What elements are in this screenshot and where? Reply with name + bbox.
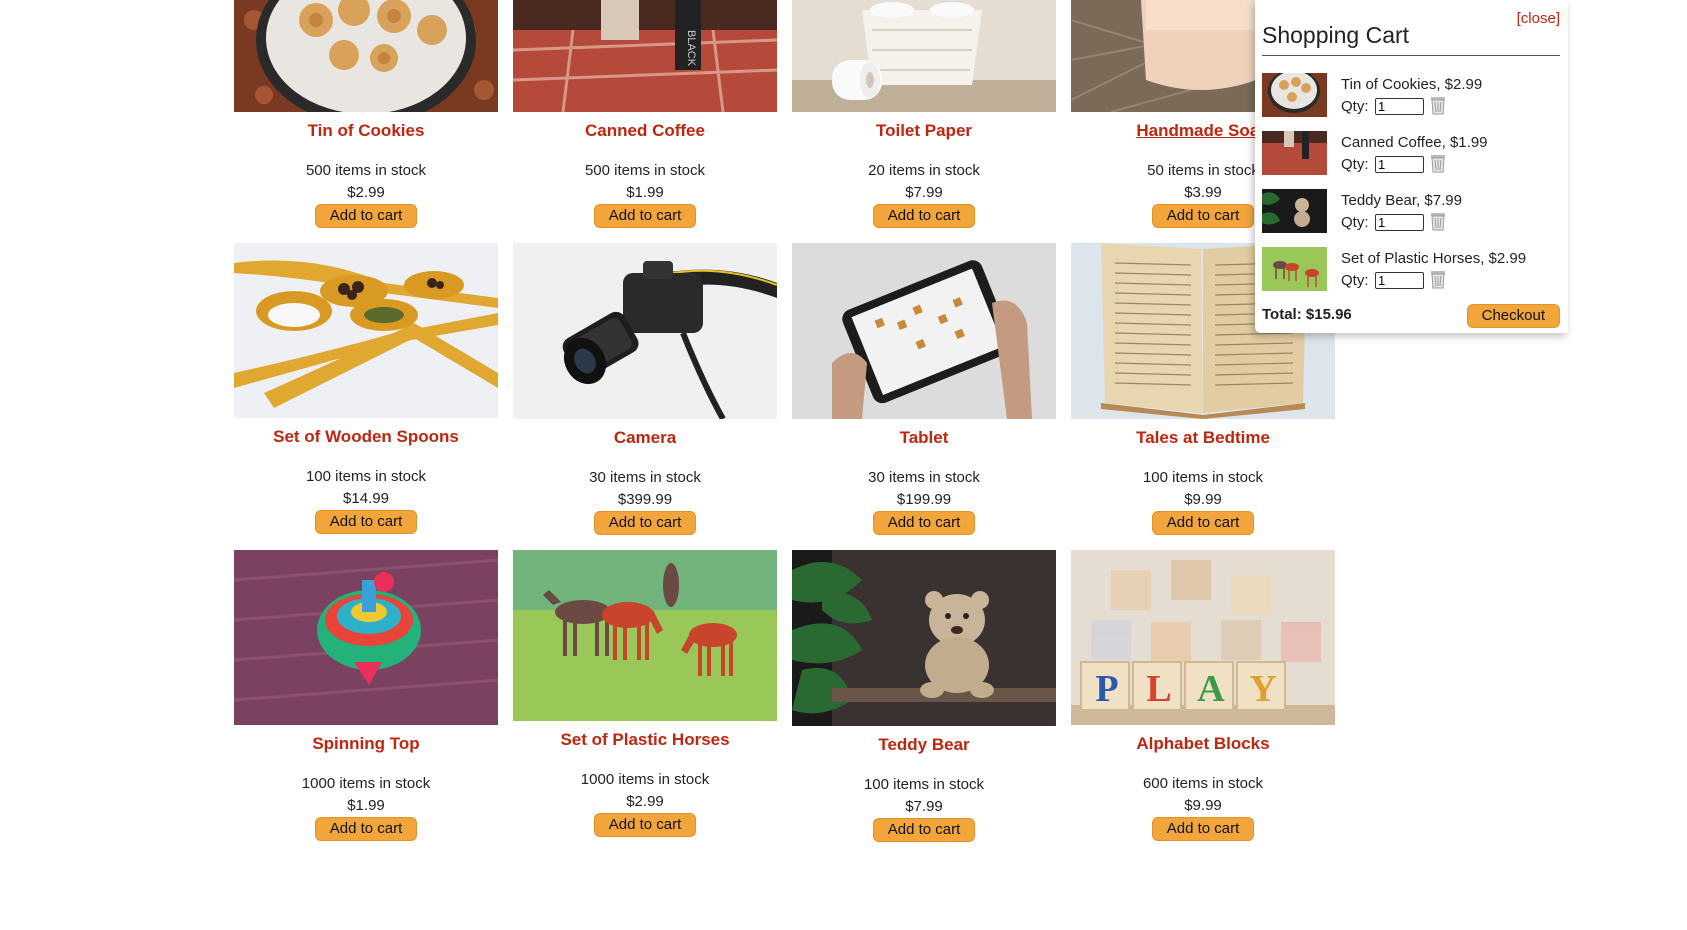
product-price: $9.99 [1184,797,1222,814]
qty-input[interactable] [1375,272,1424,289]
product-card: Set of Plastic Horses 1000 items in stoc… [513,550,777,842]
product-price: $7.99 [905,184,943,201]
product-stock: 30 items in stock [589,469,701,486]
product-stock: 1000 items in stock [580,771,710,788]
product-price: $2.99 [347,184,385,201]
add-to-cart-button[interactable]: Add to cart [314,204,418,228]
qty-input[interactable] [1375,98,1424,115]
product-title[interactable]: Tales at Bedtime [1071,428,1335,448]
qty-input[interactable] [1375,156,1424,173]
product-title[interactable]: Teddy Bear [792,735,1056,755]
checkout-button[interactable]: Checkout [1466,304,1560,328]
qty-label: Qty: [1341,156,1369,173]
product-price: $14.99 [343,490,389,507]
product-price: $199.99 [896,491,952,508]
product-title[interactable]: Spinning Top [234,734,498,754]
add-to-cart-button[interactable]: Add to cart [872,204,976,228]
product-grid: Tin of Cookies 500 items in stock $2.99 … [234,0,1335,842]
add-to-cart-button[interactable]: Add to cart [314,817,418,841]
add-to-cart-button[interactable]: Add to cart [1151,204,1255,228]
product-image-spinning-top[interactable] [234,550,498,725]
product-image-cookies[interactable] [234,0,498,112]
cart-item-thumbnail [1262,131,1327,175]
cart-item: Canned Coffee, $1.99 Qty: [1262,131,1562,181]
product-title[interactable]: Tin of Cookies [234,121,498,141]
product-card: Teddy Bear 100 items in stock $7.99 Add … [792,550,1056,842]
product-image-wooden-spoons[interactable] [234,243,498,418]
product-price: $1.99 [626,184,664,201]
block-letter-y: Y [1249,668,1277,710]
product-title[interactable]: Canned Coffee [513,121,777,141]
product-card: P L A Y Alphabet Blocks 600 items in sto… [1071,550,1335,842]
cart-item-thumbnail [1262,189,1327,233]
product-price: $399.99 [617,491,673,508]
add-to-cart-button[interactable]: Add to cart [593,204,697,228]
product-price: $7.99 [905,798,943,815]
qty-label: Qty: [1341,214,1369,231]
product-stock: 100 items in stock [305,468,427,485]
product-stock: 500 items in stock [305,162,427,179]
product-stock: 1000 items in stock [301,775,431,792]
product-image-alphabet-blocks[interactable]: P L A Y [1071,550,1335,725]
add-to-cart-button[interactable]: Add to cart [872,511,976,535]
cart-item: Teddy Bear, $7.99 Qty: [1262,189,1562,239]
product-price: $1.99 [347,797,385,814]
product-title[interactable]: Camera [513,428,777,448]
cart-item-name: Tin of Cookies, $2.99 [1341,76,1483,93]
product-image-camera[interactable] [513,243,777,419]
product-stock: 500 items in stock [584,162,706,179]
product-stock: 600 items in stock [1142,775,1264,792]
qty-label: Qty: [1341,272,1369,289]
product-image-coffee[interactable]: BLACK [513,0,777,112]
cart-item-name: Teddy Bear, $7.99 [1341,192,1462,209]
product-image-plastic-horses[interactable] [513,550,777,721]
product-stock: 20 items in stock [868,162,980,179]
qty-input[interactable] [1375,214,1424,231]
qty-label: Qty: [1341,98,1369,115]
block-letter-l: L [1146,668,1172,710]
product-card: Set of Wooden Spoons 100 items in stock … [234,243,498,550]
add-to-cart-button[interactable]: Add to cart [1151,817,1255,841]
trash-icon[interactable] [1430,212,1446,231]
cart-item-name: Canned Coffee, $1.99 [1341,134,1488,151]
block-letter-p: P [1095,668,1119,710]
add-to-cart-button[interactable]: Add to cart [1151,511,1255,535]
product-image-toilet-paper[interactable] [792,0,1056,112]
product-card: Camera 30 items in stock $399.99 Add to … [513,243,777,550]
product-stock: 100 items in stock [863,776,985,793]
product-card: Tin of Cookies 500 items in stock $2.99 … [234,0,498,243]
product-title[interactable]: Set of Plastic Horses [513,730,777,750]
cart-item: Set of Plastic Horses, $2.99 Qty: [1262,247,1562,297]
product-title[interactable]: Tablet [792,428,1056,448]
cart-item: Tin of Cookies, $2.99 Qty: [1262,73,1562,123]
cart-item-thumbnail [1262,247,1327,291]
product-price: $9.99 [1184,491,1222,508]
product-card: Spinning Top 1000 items in stock $1.99 A… [234,550,498,842]
block-letter-a: A [1197,668,1225,710]
shopping-cart-panel: [close] Shopping Cart Tin of Cookies, $2… [1255,0,1568,333]
add-to-cart-button[interactable]: Add to cart [314,510,418,534]
product-stock: 30 items in stock [868,469,980,486]
product-title[interactable]: Set of Wooden Spoons [234,427,498,447]
product-price: $2.99 [626,793,664,810]
product-card: BLACK Canned Coffee 500 items in stock $… [513,0,777,243]
product-image-teddy-bear[interactable] [792,550,1056,726]
product-title[interactable]: Toilet Paper [792,121,1056,141]
cart-item-thumbnail [1262,73,1327,117]
cart-item-name: Set of Plastic Horses, $2.99 [1341,250,1527,267]
cart-total: Total: $15.96 [1262,306,1352,323]
product-image-tablet[interactable] [792,243,1056,419]
product-card: Toilet Paper 20 items in stock $7.99 Add… [792,0,1056,243]
product-stock: 100 items in stock [1142,469,1264,486]
svg-text:BLACK: BLACK [685,30,697,67]
product-title[interactable]: Alphabet Blocks [1071,734,1335,754]
product-card: Tablet 30 items in stock $199.99 Add to … [792,243,1056,550]
trash-icon[interactable] [1430,270,1446,289]
add-to-cart-button[interactable]: Add to cart [872,818,976,842]
trash-icon[interactable] [1430,154,1446,173]
cart-title: Shopping Cart [1262,22,1560,56]
trash-icon[interactable] [1430,96,1446,115]
add-to-cart-button[interactable]: Add to cart [593,511,697,535]
add-to-cart-button[interactable]: Add to cart [593,813,697,837]
